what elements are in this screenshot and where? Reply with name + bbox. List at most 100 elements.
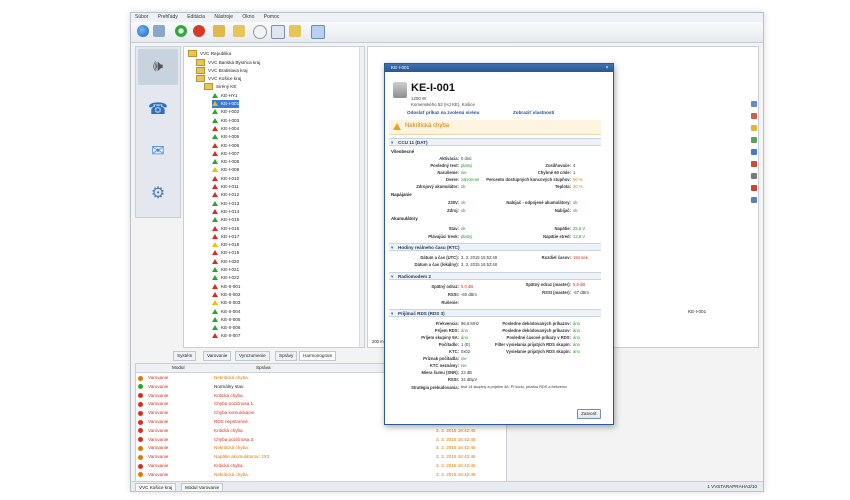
cell-modul: Varovanie xyxy=(148,454,169,460)
tree-item[interactable]: KE-I-016 xyxy=(212,224,239,232)
tree-item-label: KE-I-013 xyxy=(221,200,240,206)
calendar-icon[interactable] xyxy=(271,25,285,39)
tree-item[interactable]: KE-II-002 xyxy=(212,290,240,298)
send-command-link[interactable]: Odoslať príkaz na zvolenú sirénu xyxy=(407,110,479,115)
tree-item-label: KE-I-001 xyxy=(221,101,240,106)
tree-item[interactable]: KE-II-006 xyxy=(212,324,240,332)
tree-item[interactable]: KE-I-002 xyxy=(212,108,239,116)
search-icon[interactable] xyxy=(751,197,757,203)
tree-item[interactable]: KE-I-010 xyxy=(212,174,239,182)
section-rds[interactable]: Prijímač RDS (RDS 3) xyxy=(389,309,601,318)
tree-item[interactable]: KE-I-007 xyxy=(212,149,239,157)
menu-nastroje[interactable]: Nástroje xyxy=(210,13,237,21)
tree-item-label: KE-II-006 xyxy=(221,325,241,331)
tree-item[interactable]: KE-I-020 xyxy=(212,257,239,265)
tree-item[interactable]: KE-I-009 xyxy=(212,166,239,174)
tree-item[interactable]: KE-I-018 xyxy=(212,241,239,249)
tree-item[interactable]: KE-I-013 xyxy=(212,199,239,207)
menu-subor[interactable]: Súbor xyxy=(131,13,152,21)
tree-item[interactable]: VVC Banská Bystrica kraj xyxy=(196,58,260,66)
tab-varovanie[interactable]: Varovanie xyxy=(203,351,232,361)
tree-root[interactable]: VVC Republika xyxy=(188,49,231,57)
menu-okno[interactable]: Okno xyxy=(238,13,258,21)
print-icon[interactable] xyxy=(751,173,757,179)
tree-item[interactable]: KE-I-011 xyxy=(212,183,239,191)
siren-status-icon xyxy=(212,250,218,256)
tree-item[interactable]: KE-I-015 xyxy=(212,216,239,224)
tree-item[interactable]: KE-I-008 xyxy=(212,158,239,166)
phone-module-button[interactable]: ☎ xyxy=(138,91,178,127)
folder-red-icon[interactable] xyxy=(213,25,225,37)
tree-item[interactable]: KE-I-017 xyxy=(212,232,239,240)
close-button[interactable]: Zatvoriť xyxy=(577,409,601,419)
folder-icon[interactable] xyxy=(289,25,301,37)
tab-vyrozumenie[interactable]: Vyrozumenie xyxy=(235,351,270,361)
tree-item-label: KE-I-006 xyxy=(221,142,240,148)
folder-icon xyxy=(196,58,205,66)
menu-editacia[interactable]: Editácia xyxy=(183,13,209,21)
menu-pomoc[interactable]: Pomoc xyxy=(260,13,284,21)
tree-item[interactable]: KE-I-012 xyxy=(212,191,239,199)
cell-datum: 3. 3. 2015 16:42:46 xyxy=(436,463,476,468)
cell-modul: Varovanie xyxy=(148,463,169,468)
status-tab-region[interactable]: VVC Košice kraj xyxy=(135,483,177,491)
table-row[interactable]: Varovanie Kritická chyba. 3. 3. 2015 16:42… xyxy=(136,427,506,435)
section-ccu[interactable]: CCU 11 (DAT) xyxy=(389,138,601,147)
siren-module-button[interactable]: 🕪 xyxy=(138,49,178,85)
tree-item[interactable]: KE-I-006 xyxy=(212,141,239,149)
tree-item[interactable]: VVC Košice kraj xyxy=(196,75,241,83)
tab-harmonogram[interactable]: Harmonogram xyxy=(299,351,337,361)
settings-module-button[interactable]: ⚙ xyxy=(138,175,178,211)
pan-icon[interactable] xyxy=(751,125,757,131)
table-row[interactable]: Varovanie Nekritická chyba. 3. 3. 2015 16:… xyxy=(136,444,506,452)
label: Stav: xyxy=(448,226,459,231)
mail-module-button[interactable]: ✉ xyxy=(138,133,178,169)
section-radiomodem[interactable]: Radiomodem 2 xyxy=(389,272,601,281)
col-modul[interactable]: Modul xyxy=(172,365,185,370)
tree-item[interactable]: KE-II-004 xyxy=(212,307,240,315)
close-icon[interactable]: × xyxy=(604,65,610,71)
tree-item[interactable]: KE-I-021 xyxy=(212,266,239,274)
tab-spravy[interactable]: Správy xyxy=(275,351,298,361)
grid-view-icon[interactable] xyxy=(153,25,165,37)
info-icon[interactable] xyxy=(751,149,757,155)
menu-prehlady[interactable]: Prehľady xyxy=(154,13,182,21)
tree-item[interactable]: KE-HY1 xyxy=(212,91,238,99)
tree-item[interactable]: KE-I-003 xyxy=(212,116,239,124)
table-row[interactable]: Varovanie Chyba pozičnosa 2. 3. 3. 2015 16… xyxy=(136,436,506,444)
zoom-in-icon[interactable] xyxy=(751,101,757,107)
tree-item[interactable]: KE-I-005 xyxy=(212,133,239,141)
tree-item[interactable]: KE-II-003 xyxy=(212,299,240,307)
tree-item[interactable]: KE-I-019 xyxy=(212,249,239,257)
clock-icon[interactable] xyxy=(253,25,267,39)
layers-icon[interactable] xyxy=(751,137,757,143)
tree-item[interactable]: KE-I-022 xyxy=(212,274,239,282)
stop-icon[interactable] xyxy=(193,25,205,37)
status-tab-module[interactable]: Modul Varovanie xyxy=(181,483,224,491)
tree-item[interactable]: KE-II-005 xyxy=(212,315,240,323)
tree-item[interactable]: KE-I-014 xyxy=(212,207,239,215)
cell-sprava: Kritická chyba. xyxy=(214,427,244,433)
zoom-out-icon[interactable] xyxy=(751,113,757,119)
window-icon[interactable] xyxy=(311,25,325,39)
tree-scrollbar[interactable] xyxy=(359,47,364,347)
tree-item[interactable]: KE-I-001 xyxy=(212,99,240,108)
tree-item[interactable]: Siréný KE xyxy=(204,83,236,91)
folder-open-icon[interactable] xyxy=(233,25,245,37)
section-rtc[interactable]: Hodiny reálneho času (RTC) xyxy=(389,243,601,252)
show-properties-link[interactable]: Zobraziť vlastnosti xyxy=(513,110,554,115)
table-row[interactable]: Varovanie Nekritická chyba. 3. 3. 2015 16:… xyxy=(136,471,506,479)
tree-item[interactable]: KE-II-001 xyxy=(212,282,240,290)
col-sprava[interactable]: Správa xyxy=(256,365,271,370)
tree-item[interactable]: KE-II-007 xyxy=(212,332,240,340)
table-row[interactable]: Varovanie Kritická chyba. 3. 3. 2015 16:42… xyxy=(136,462,506,470)
tab-system[interactable]: Systém xyxy=(173,351,197,361)
refresh-icon[interactable] xyxy=(175,25,187,37)
measure-icon[interactable] xyxy=(751,161,757,167)
tree-item[interactable]: VVC Bratislava kraj xyxy=(196,66,248,74)
siren-status-icon xyxy=(212,134,218,140)
globe-icon[interactable] xyxy=(137,25,149,37)
pin-icon[interactable] xyxy=(751,185,757,191)
tree-item[interactable]: KE-I-004 xyxy=(212,124,239,132)
table-row[interactable]: Varovanie Napätie akumulátorov: 2X3 3. 3. … xyxy=(136,453,506,461)
